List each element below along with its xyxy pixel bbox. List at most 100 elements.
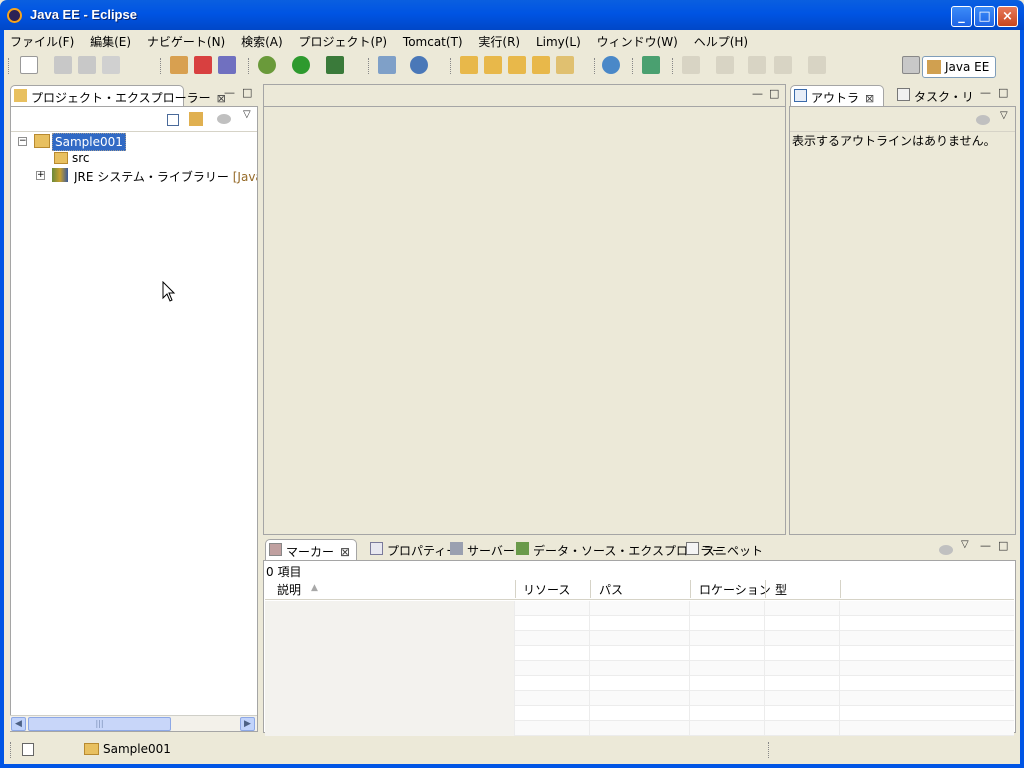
chevron-down-icon[interactable]: ▽: [961, 539, 969, 550]
minimize-view-icon[interactable]: —: [980, 539, 991, 552]
search-icon[interactable]: [642, 56, 660, 74]
chevron-down-icon[interactable]: ▽: [1000, 110, 1008, 121]
save-icon[interactable]: [54, 56, 72, 74]
table-row: [265, 631, 1014, 646]
folder-icon: [14, 89, 27, 102]
close-button[interactable]: ×: [997, 6, 1018, 27]
tab-outline[interactable]: アウトラ ⊠: [790, 85, 884, 106]
close-icon[interactable]: ⊠: [340, 545, 350, 559]
new-service-icon[interactable]: [410, 56, 428, 74]
forward-icon[interactable]: [808, 56, 826, 74]
menu-bar: ファイル(F) 編集(E) ナビゲート(N) 検索(A) プロジェクト(P) T…: [4, 30, 1020, 50]
maximize-view-icon[interactable]: □: [242, 86, 252, 99]
close-icon[interactable]: ⊠: [865, 92, 874, 105]
link-with-editor-icon[interactable]: [189, 112, 203, 126]
table-cell: [765, 661, 840, 676]
tree-item-project[interactable]: Sample001: [52, 133, 126, 151]
menu-search[interactable]: 検索(A): [235, 30, 289, 50]
title-bar[interactable]: Java EE - Eclipse _ □ ×: [0, 0, 1024, 30]
minimize-button[interactable]: _: [951, 6, 972, 27]
tab-tasks[interactable]: タスク・リ: [894, 88, 974, 105]
scroll-thumb[interactable]: |||: [28, 717, 171, 731]
perspective-java-ee-button[interactable]: Java EE: [922, 56, 996, 78]
fast-view-icon[interactable]: [22, 743, 34, 756]
table-row: [265, 601, 1014, 616]
scroll-left-icon[interactable]: ◀: [11, 717, 26, 731]
status-project: Sample001: [103, 742, 171, 756]
minimize-editor-icon[interactable]: —: [752, 87, 763, 100]
open-folder-icon[interactable]: [532, 56, 550, 74]
tab-label: スニペット: [703, 544, 764, 558]
restart-server-icon[interactable]: [218, 56, 236, 74]
tab-servers[interactable]: サーバー: [447, 539, 519, 561]
collapse-toggle[interactable]: −: [18, 137, 27, 146]
last-edit-icon[interactable]: [748, 56, 766, 74]
start-server-icon[interactable]: [170, 56, 188, 74]
menu-limy[interactable]: Limy(L): [530, 32, 587, 52]
scroll-right-icon[interactable]: ▶: [240, 717, 255, 731]
table-cell: [590, 601, 690, 616]
maximize-view-icon[interactable]: □: [998, 86, 1008, 99]
menu-run[interactable]: 実行(R): [472, 30, 526, 50]
tree-item-src[interactable]: src: [72, 151, 90, 165]
maximize-editor-icon[interactable]: □: [769, 87, 779, 100]
menu-edit[interactable]: 編集(E): [84, 30, 137, 50]
run-icon[interactable]: [292, 56, 310, 74]
web-browser-icon[interactable]: [602, 56, 620, 74]
editor-area: — □: [263, 84, 786, 535]
tab-markers[interactable]: マーカー ⊠: [265, 539, 357, 561]
prev-annotation-icon[interactable]: [716, 56, 734, 74]
new-web-project-icon[interactable]: [378, 56, 396, 74]
minimize-view-icon[interactable]: —: [224, 86, 235, 99]
new-icon[interactable]: [20, 56, 38, 74]
collapse-all-icon[interactable]: [167, 114, 179, 126]
java-ee-perspective-icon: [927, 60, 941, 74]
view-menu-icon[interactable]: [217, 114, 231, 124]
stop-server-icon[interactable]: [194, 56, 212, 74]
menu-window[interactable]: ウィンドウ(W): [591, 30, 684, 50]
table-cell: [765, 691, 840, 706]
outline-icon: [794, 89, 807, 102]
column-description[interactable]: 説明: [277, 581, 301, 598]
table-cell: [765, 631, 840, 646]
view-menu-icon[interactable]: [976, 115, 990, 125]
menu-tomcat[interactable]: Tomcat(T): [397, 32, 469, 52]
maximize-button[interactable]: □: [974, 6, 995, 27]
open-task-icon[interactable]: [484, 56, 502, 74]
sort-ascending-icon[interactable]: ▲: [311, 583, 318, 593]
menu-file[interactable]: ファイル(F): [4, 30, 80, 50]
annotation-icon[interactable]: [556, 56, 574, 74]
column-type[interactable]: 型: [775, 581, 787, 598]
back-icon[interactable]: [774, 56, 792, 74]
menu-help[interactable]: ヘルプ(H): [688, 30, 754, 50]
table-cell: [265, 721, 515, 736]
column-resource[interactable]: リソース: [523, 581, 570, 598]
horizontal-scrollbar[interactable]: ◀ ||| ▶: [10, 715, 257, 731]
table-cell: [515, 661, 590, 676]
column-location[interactable]: ロケーション: [699, 581, 771, 598]
panel-divider: [11, 131, 257, 132]
debug-icon[interactable]: [258, 56, 276, 74]
tab-project-explorer[interactable]: プロジェクト・エクスプローラー ⊠: [10, 85, 226, 106]
table-cell: [265, 691, 515, 706]
open-resource-icon[interactable]: [508, 56, 526, 74]
maximize-view-icon[interactable]: □: [998, 539, 1008, 552]
tree-item-jre[interactable]: JRE システム・ライブラリー [JavaSE-1.6: [74, 168, 257, 185]
save-all-icon[interactable]: [78, 56, 96, 74]
table-row: [265, 676, 1014, 691]
print-icon[interactable]: [102, 56, 120, 74]
chevron-down-icon[interactable]: ▽: [243, 109, 251, 120]
menu-project[interactable]: プロジェクト(P): [292, 30, 393, 50]
open-perspective-icon[interactable]: [902, 56, 920, 74]
external-tools-icon[interactable]: [326, 56, 344, 74]
next-annotation-icon[interactable]: [682, 56, 700, 74]
tab-snippets[interactable]: スニペット: [683, 539, 767, 561]
expand-toggle[interactable]: +: [36, 171, 45, 180]
minimize-view-icon[interactable]: —: [980, 86, 991, 99]
table-cell: [265, 706, 515, 721]
open-type-icon[interactable]: [460, 56, 478, 74]
view-menu-icon[interactable]: [939, 545, 953, 555]
eclipse-logo-icon: [7, 8, 22, 23]
column-path[interactable]: パス: [599, 581, 623, 598]
menu-navigate[interactable]: ナビゲート(N): [141, 30, 231, 50]
